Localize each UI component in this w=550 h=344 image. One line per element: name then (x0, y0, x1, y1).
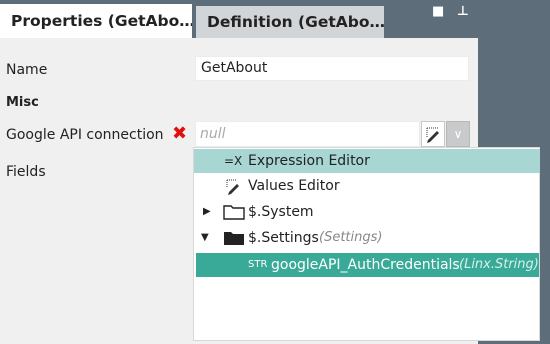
tab-properties[interactable]: Properties (GetAbo… (0, 4, 192, 38)
tab-bar: Properties (GetAbo… Definition (GetAbo… … (0, 0, 478, 38)
menu-item-expression-editor[interactable]: =X Expression Editor (194, 149, 540, 173)
tab-definition[interactable]: Definition (GetAbo… (196, 6, 384, 38)
folder-icon (223, 205, 245, 220)
dock-icon[interactable]: ⊥ (457, 4, 469, 20)
pin-icon[interactable]: ■ (432, 4, 444, 20)
menu-item-label: googleAPI_AuthCredentials (271, 257, 460, 273)
menu-item-settings[interactable]: ▼ $.Settings (Settings) (194, 226, 540, 250)
dropdown-toggle-button[interactable]: ∨ (446, 121, 470, 147)
values-editor-button[interactable] (421, 121, 445, 147)
google-api-connection-field[interactable]: null (195, 121, 420, 147)
section-misc-heading: Misc (6, 95, 39, 110)
error-icon: ✖ (172, 123, 188, 144)
pen-icon (226, 179, 239, 195)
expression-icon: =X (224, 154, 243, 168)
google-api-connection-label: Google API connection (6, 127, 164, 143)
menu-item-label: $.System (248, 204, 314, 220)
chevron-down-icon: ∨ (453, 127, 463, 141)
collapse-arrow-icon[interactable]: ▼ (201, 226, 209, 250)
connection-dropdown: =X Expression Editor Values Editor ▶ $.S… (193, 147, 540, 341)
pen-icon (426, 127, 439, 143)
menu-item-google-api-auth-credentials[interactable]: STR googleAPI_AuthCredentials (Linx.Stri… (196, 253, 539, 277)
folder-open-icon (224, 232, 244, 245)
menu-item-label: $.Settings (248, 230, 319, 246)
menu-item-label: Expression Editor (248, 153, 370, 169)
menu-item-values-editor[interactable]: Values Editor (194, 174, 540, 198)
menu-item-type-hint: (Settings) (319, 230, 383, 245)
string-type-icon: STR (248, 259, 268, 270)
menu-item-type-hint: (Linx.String) (459, 257, 539, 272)
menu-item-label: Values Editor (248, 178, 340, 194)
name-field[interactable]: GetAbout (195, 56, 469, 81)
name-label: Name (6, 62, 48, 78)
expand-arrow-icon[interactable]: ▶ (203, 200, 211, 224)
menu-item-system[interactable]: ▶ $.System (194, 200, 540, 224)
fields-label: Fields (6, 164, 46, 180)
